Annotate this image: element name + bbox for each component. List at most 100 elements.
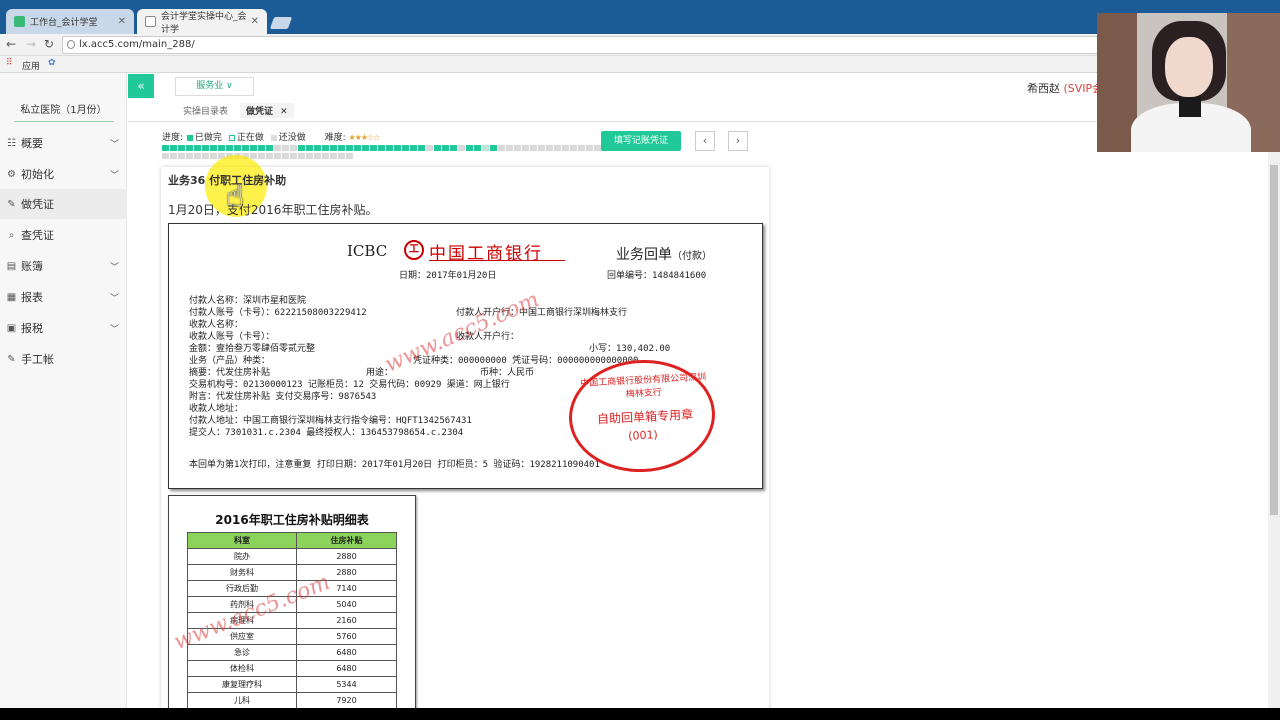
progress-cell[interactable]: [258, 145, 265, 151]
browser-tab-workbench[interactable]: 工作台_会计学堂 ✕: [6, 9, 134, 34]
progress-cell[interactable]: [306, 145, 313, 151]
user-name[interactable]: 希西赵 (SVIP会: [1027, 80, 1103, 96]
progress-cell[interactable]: [514, 145, 521, 151]
progress-cell[interactable]: [274, 153, 281, 159]
prev-task-button[interactable]: ‹: [695, 131, 715, 151]
progress-cell[interactable]: [426, 145, 433, 151]
progress-cell[interactable]: [274, 145, 281, 151]
progress-cell[interactable]: [210, 153, 217, 159]
progress-cell[interactable]: [234, 145, 241, 151]
progress-cell[interactable]: [578, 145, 585, 151]
tab-make-voucher[interactable]: 做凭证 ✕: [240, 103, 294, 118]
bookmark-apps[interactable]: 应用: [22, 59, 40, 72]
progress-cell[interactable]: [186, 145, 193, 151]
progress-cell[interactable]: [186, 153, 193, 159]
progress-cell[interactable]: [482, 145, 489, 151]
progress-cell[interactable]: [586, 145, 593, 151]
progress-cell[interactable]: [218, 145, 225, 151]
scrollbar-thumb[interactable]: [1270, 165, 1278, 515]
progress-cell[interactable]: [562, 145, 569, 151]
progress-cell[interactable]: [498, 145, 505, 151]
progress-cell[interactable]: [330, 145, 337, 151]
progress-cell[interactable]: [362, 145, 369, 151]
new-tab-button[interactable]: [269, 17, 293, 29]
sidebar-item-overview[interactable]: ☷ 概要 ﹀: [0, 128, 127, 158]
progress-cell[interactable]: [162, 145, 169, 151]
sidebar-item-reports[interactable]: ▦ 报表 ﹀: [0, 282, 127, 312]
progress-cell[interactable]: [338, 145, 345, 151]
progress-cell[interactable]: [546, 145, 553, 151]
progress-cell[interactable]: [442, 145, 449, 151]
progress-cell[interactable]: [242, 145, 249, 151]
progress-cell[interactable]: [378, 145, 385, 151]
sidebar-item-manual-ledger[interactable]: ✎ 手工帐: [0, 344, 127, 374]
progress-cell[interactable]: [258, 153, 265, 159]
close-icon[interactable]: ✕: [280, 107, 288, 117]
bookmark-icon[interactable]: ✿: [48, 58, 56, 68]
sidebar-item-tax[interactable]: ▣ 报税 ﹀: [0, 313, 127, 343]
progress-cell[interactable]: [250, 145, 257, 151]
progress-cell[interactable]: [530, 145, 537, 151]
progress-cell[interactable]: [282, 145, 289, 151]
collapse-sidebar-button[interactable]: «: [128, 74, 154, 98]
progress-cell[interactable]: [386, 145, 393, 151]
progress-cell[interactable]: [226, 145, 233, 151]
progress-cell[interactable]: [474, 145, 481, 151]
progress-cell[interactable]: [418, 145, 425, 151]
progress-cell[interactable]: [394, 145, 401, 151]
progress-cell[interactable]: [298, 153, 305, 159]
progress-cell[interactable]: [194, 145, 201, 151]
close-icon[interactable]: ✕: [251, 16, 259, 27]
progress-cell[interactable]: [170, 145, 177, 151]
progress-cell[interactable]: [370, 145, 377, 151]
sidebar-item-make-voucher[interactable]: ✎ 做凭证: [0, 189, 127, 219]
progress-cell[interactable]: [314, 153, 321, 159]
url-input[interactable]: lx.acc5.com/main_288/: [62, 36, 1102, 54]
reload-icon[interactable]: ↻: [44, 37, 54, 51]
progress-cell[interactable]: [506, 145, 513, 151]
progress-cell[interactable]: [210, 145, 217, 151]
progress-cell[interactable]: [434, 145, 441, 151]
progress-cell[interactable]: [554, 145, 561, 151]
fill-voucher-button[interactable]: 填写记账凭证: [601, 131, 681, 151]
progress-cell[interactable]: [298, 145, 305, 151]
progress-cell[interactable]: [290, 153, 297, 159]
tab-practice-catalog[interactable]: 实操目录表: [183, 104, 228, 117]
progress-cell[interactable]: [522, 145, 529, 151]
progress-cell[interactable]: [330, 153, 337, 159]
progress-cell[interactable]: [338, 153, 345, 159]
progress-cell[interactable]: [202, 145, 209, 151]
progress-cell[interactable]: [410, 145, 417, 151]
progress-cell[interactable]: [354, 145, 361, 151]
progress-cell[interactable]: [162, 153, 169, 159]
progress-cell[interactable]: [538, 145, 545, 151]
progress-cell[interactable]: [346, 145, 353, 151]
service-dropdown[interactable]: 服务业 ∨: [175, 77, 254, 96]
progress-cell[interactable]: [346, 153, 353, 159]
progress-cell[interactable]: [178, 153, 185, 159]
progress-cell[interactable]: [322, 145, 329, 151]
progress-cell[interactable]: [266, 153, 273, 159]
next-task-button[interactable]: ›: [728, 131, 748, 151]
progress-cell[interactable]: [594, 145, 601, 151]
progress-cell[interactable]: [450, 145, 457, 151]
progress-cell[interactable]: [490, 145, 497, 151]
close-icon[interactable]: ✕: [118, 16, 126, 27]
progress-cell[interactable]: [282, 153, 289, 159]
progress-cell[interactable]: [290, 145, 297, 151]
sidebar-item-init[interactable]: ⚙ 初始化 ﹀: [0, 159, 127, 189]
progress-cell[interactable]: [402, 145, 409, 151]
sidebar-item-ledger[interactable]: ▤ 账簿 ﹀: [0, 251, 127, 281]
progress-cell[interactable]: [314, 145, 321, 151]
progress-cell[interactable]: [194, 153, 201, 159]
progress-cell[interactable]: [202, 153, 209, 159]
browser-tab-practice[interactable]: 会计学堂实操中心_会计学 ✕: [137, 9, 267, 35]
forward-arrow-icon[interactable]: →: [26, 37, 36, 51]
back-arrow-icon[interactable]: ←: [6, 37, 16, 51]
progress-cell[interactable]: [306, 153, 313, 159]
progress-cell[interactable]: [178, 145, 185, 151]
apps-grid-icon[interactable]: ⠿: [6, 58, 13, 68]
progress-cell[interactable]: [266, 145, 273, 151]
progress-cell[interactable]: [322, 153, 329, 159]
progress-cell[interactable]: [170, 153, 177, 159]
